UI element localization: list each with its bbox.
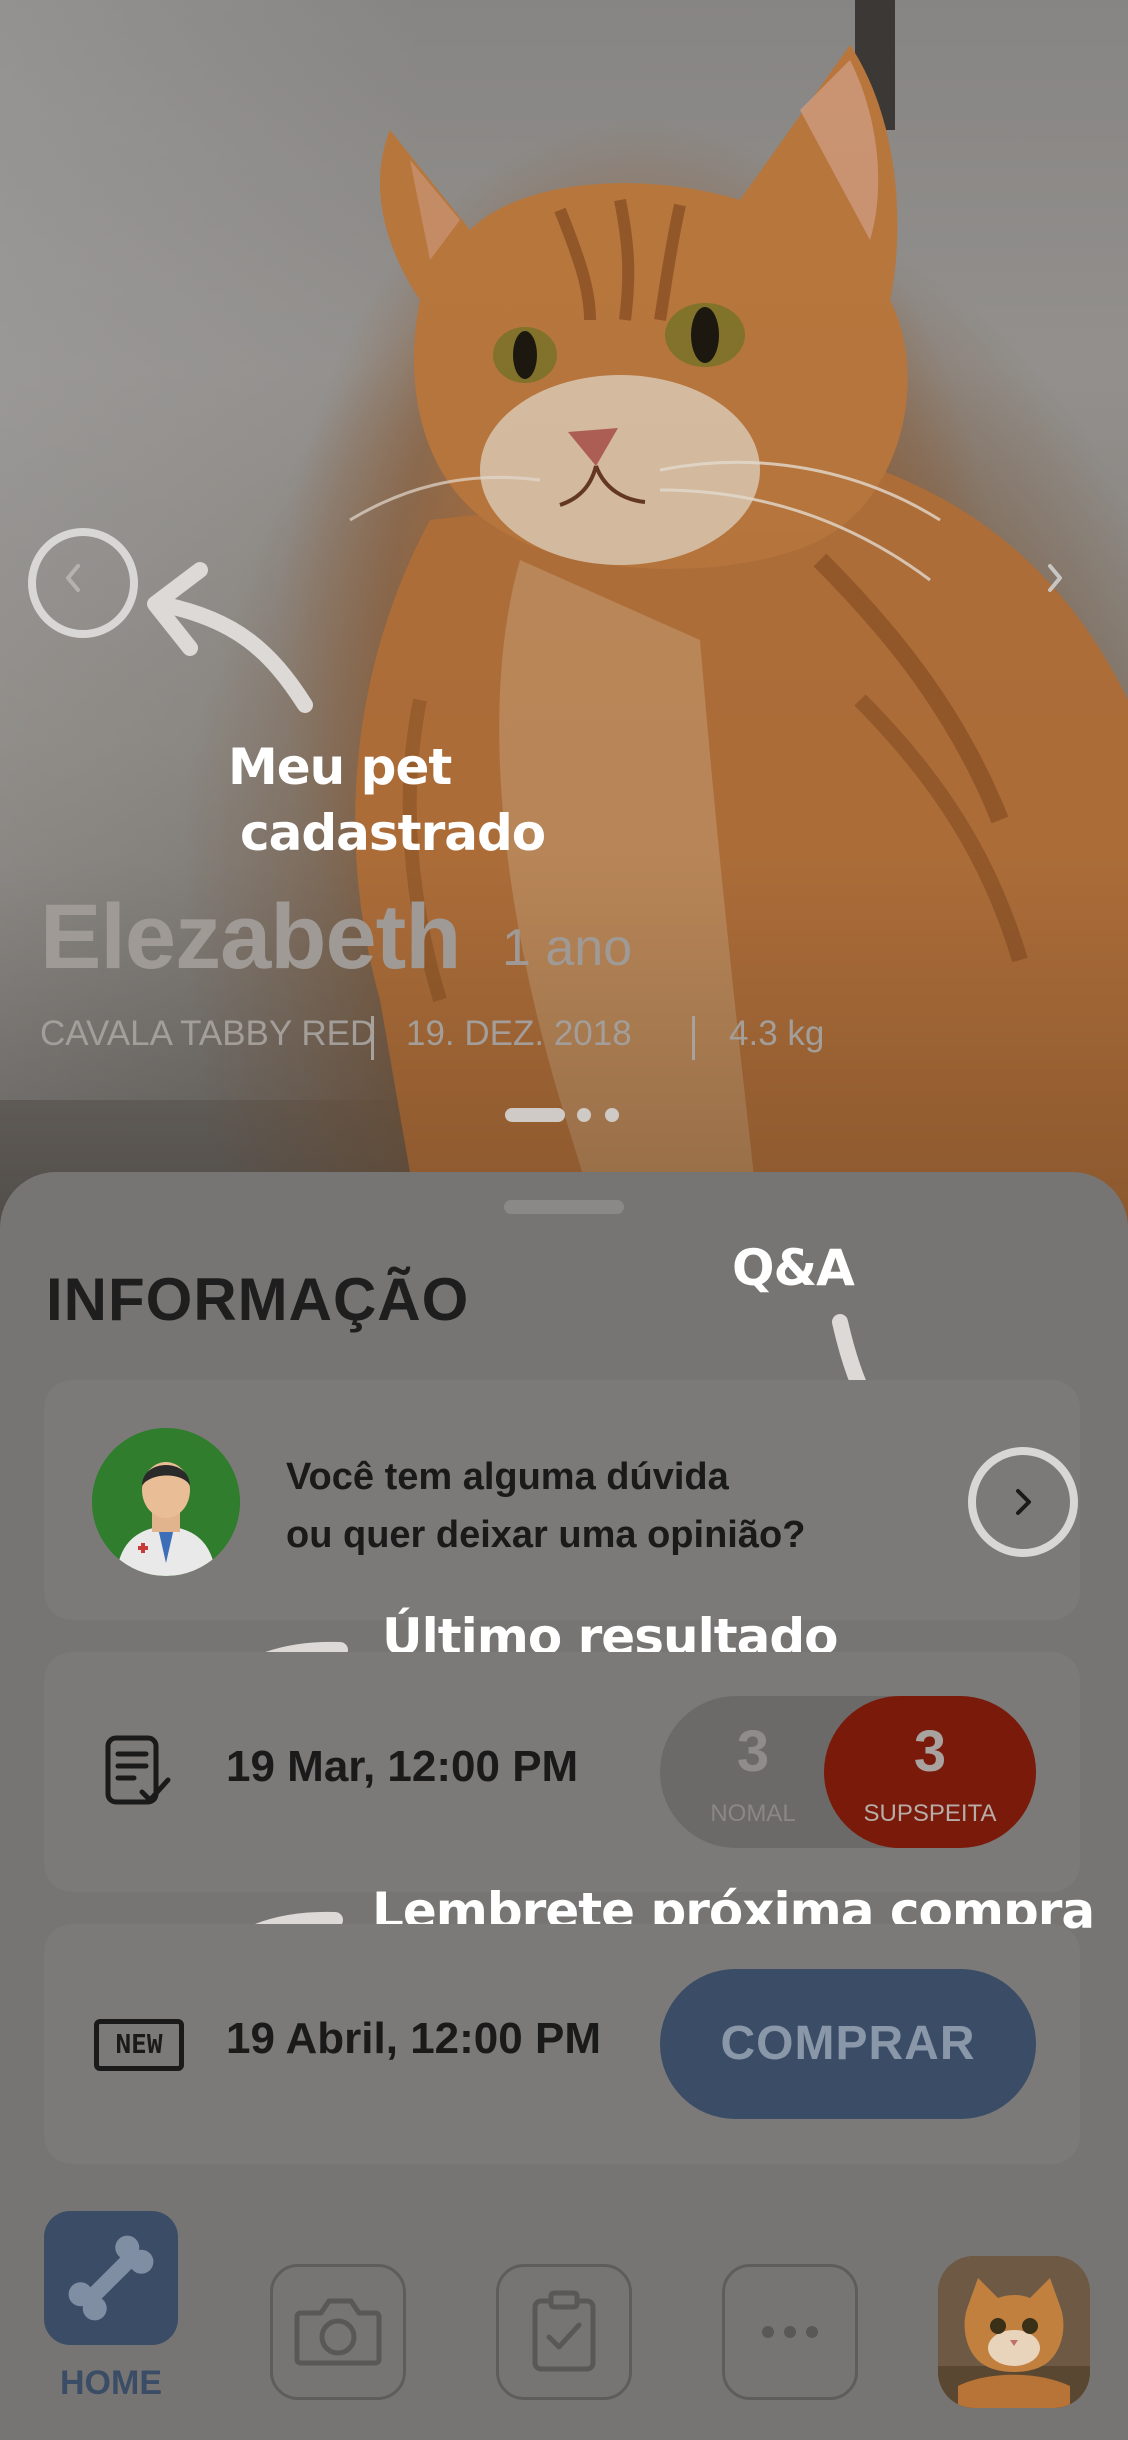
annotation-pet-registered-1: Meu pet <box>228 738 452 796</box>
nav-home-label: HOME <box>60 2364 162 2402</box>
pet-breed: CAVALA TABBY RED <box>40 1014 376 1053</box>
nav-home-button[interactable] <box>44 2211 178 2345</box>
annotation-qa: Q&A <box>732 1239 855 1297</box>
new-badge-icon: NEW <box>94 2019 184 2071</box>
result-date: 19 Mar, 12:00 PM <box>226 1742 579 1791</box>
clipboard-check-icon <box>532 2290 596 2372</box>
camera-icon <box>294 2298 382 2366</box>
more-icon <box>762 2326 818 2338</box>
vet-avatar <box>92 1428 240 1576</box>
chevron-left-icon[interactable] <box>58 558 88 598</box>
pet-age: 1 ano <box>502 919 633 977</box>
nav-camera-button[interactable] <box>270 2264 406 2400</box>
suspect-label: SUPSPEITA <box>863 1800 997 1827</box>
section-title: INFORMAÇÃO <box>46 1266 470 1333</box>
chevron-right-icon <box>1016 1489 1031 1515</box>
normal-count: 3 <box>736 1719 770 1784</box>
chevron-right-icon[interactable] <box>1040 558 1070 598</box>
info-divider <box>371 1016 374 1060</box>
buy-button[interactable]: COMPRAR <box>660 1969 1036 2119</box>
normal-label: NOMAL <box>710 1800 796 1827</box>
qa-prompt: Você tem alguma dúvida ou quer deixar um… <box>286 1448 805 1564</box>
pet-name: Elezabeth <box>40 886 461 988</box>
purchase-date: 19 Abril, 12:00 PM <box>226 2014 601 2063</box>
annotation-pet-registered-2: cadastrado <box>240 804 546 862</box>
pet-weight: 4.3 kg <box>729 1014 825 1053</box>
info-divider <box>692 1016 695 1060</box>
pet-birth-date: 19. DEZ. 2018 <box>406 1014 632 1053</box>
nav-more-button[interactable] <box>722 2264 858 2400</box>
bone-icon <box>68 2235 154 2321</box>
qa-prompt-line2: ou quer deixar uma opinião? <box>286 1514 806 1556</box>
annotation-arrow <box>147 562 313 713</box>
profile-photo <box>938 2256 1090 2408</box>
sheet-handle[interactable] <box>504 1200 624 1214</box>
nav-profile-button[interactable] <box>938 2256 1090 2408</box>
carousel-dot[interactable] <box>605 1108 619 1122</box>
nav-checklist-button[interactable] <box>496 2264 632 2400</box>
report-check-icon <box>105 1735 171 1805</box>
qa-prompt-line1: Você tem alguma dúvida <box>286 1456 729 1498</box>
suspect-count: 3 <box>913 1719 947 1784</box>
carousel-dot[interactable] <box>577 1108 591 1122</box>
carousel-dot-active[interactable] <box>505 1108 565 1122</box>
